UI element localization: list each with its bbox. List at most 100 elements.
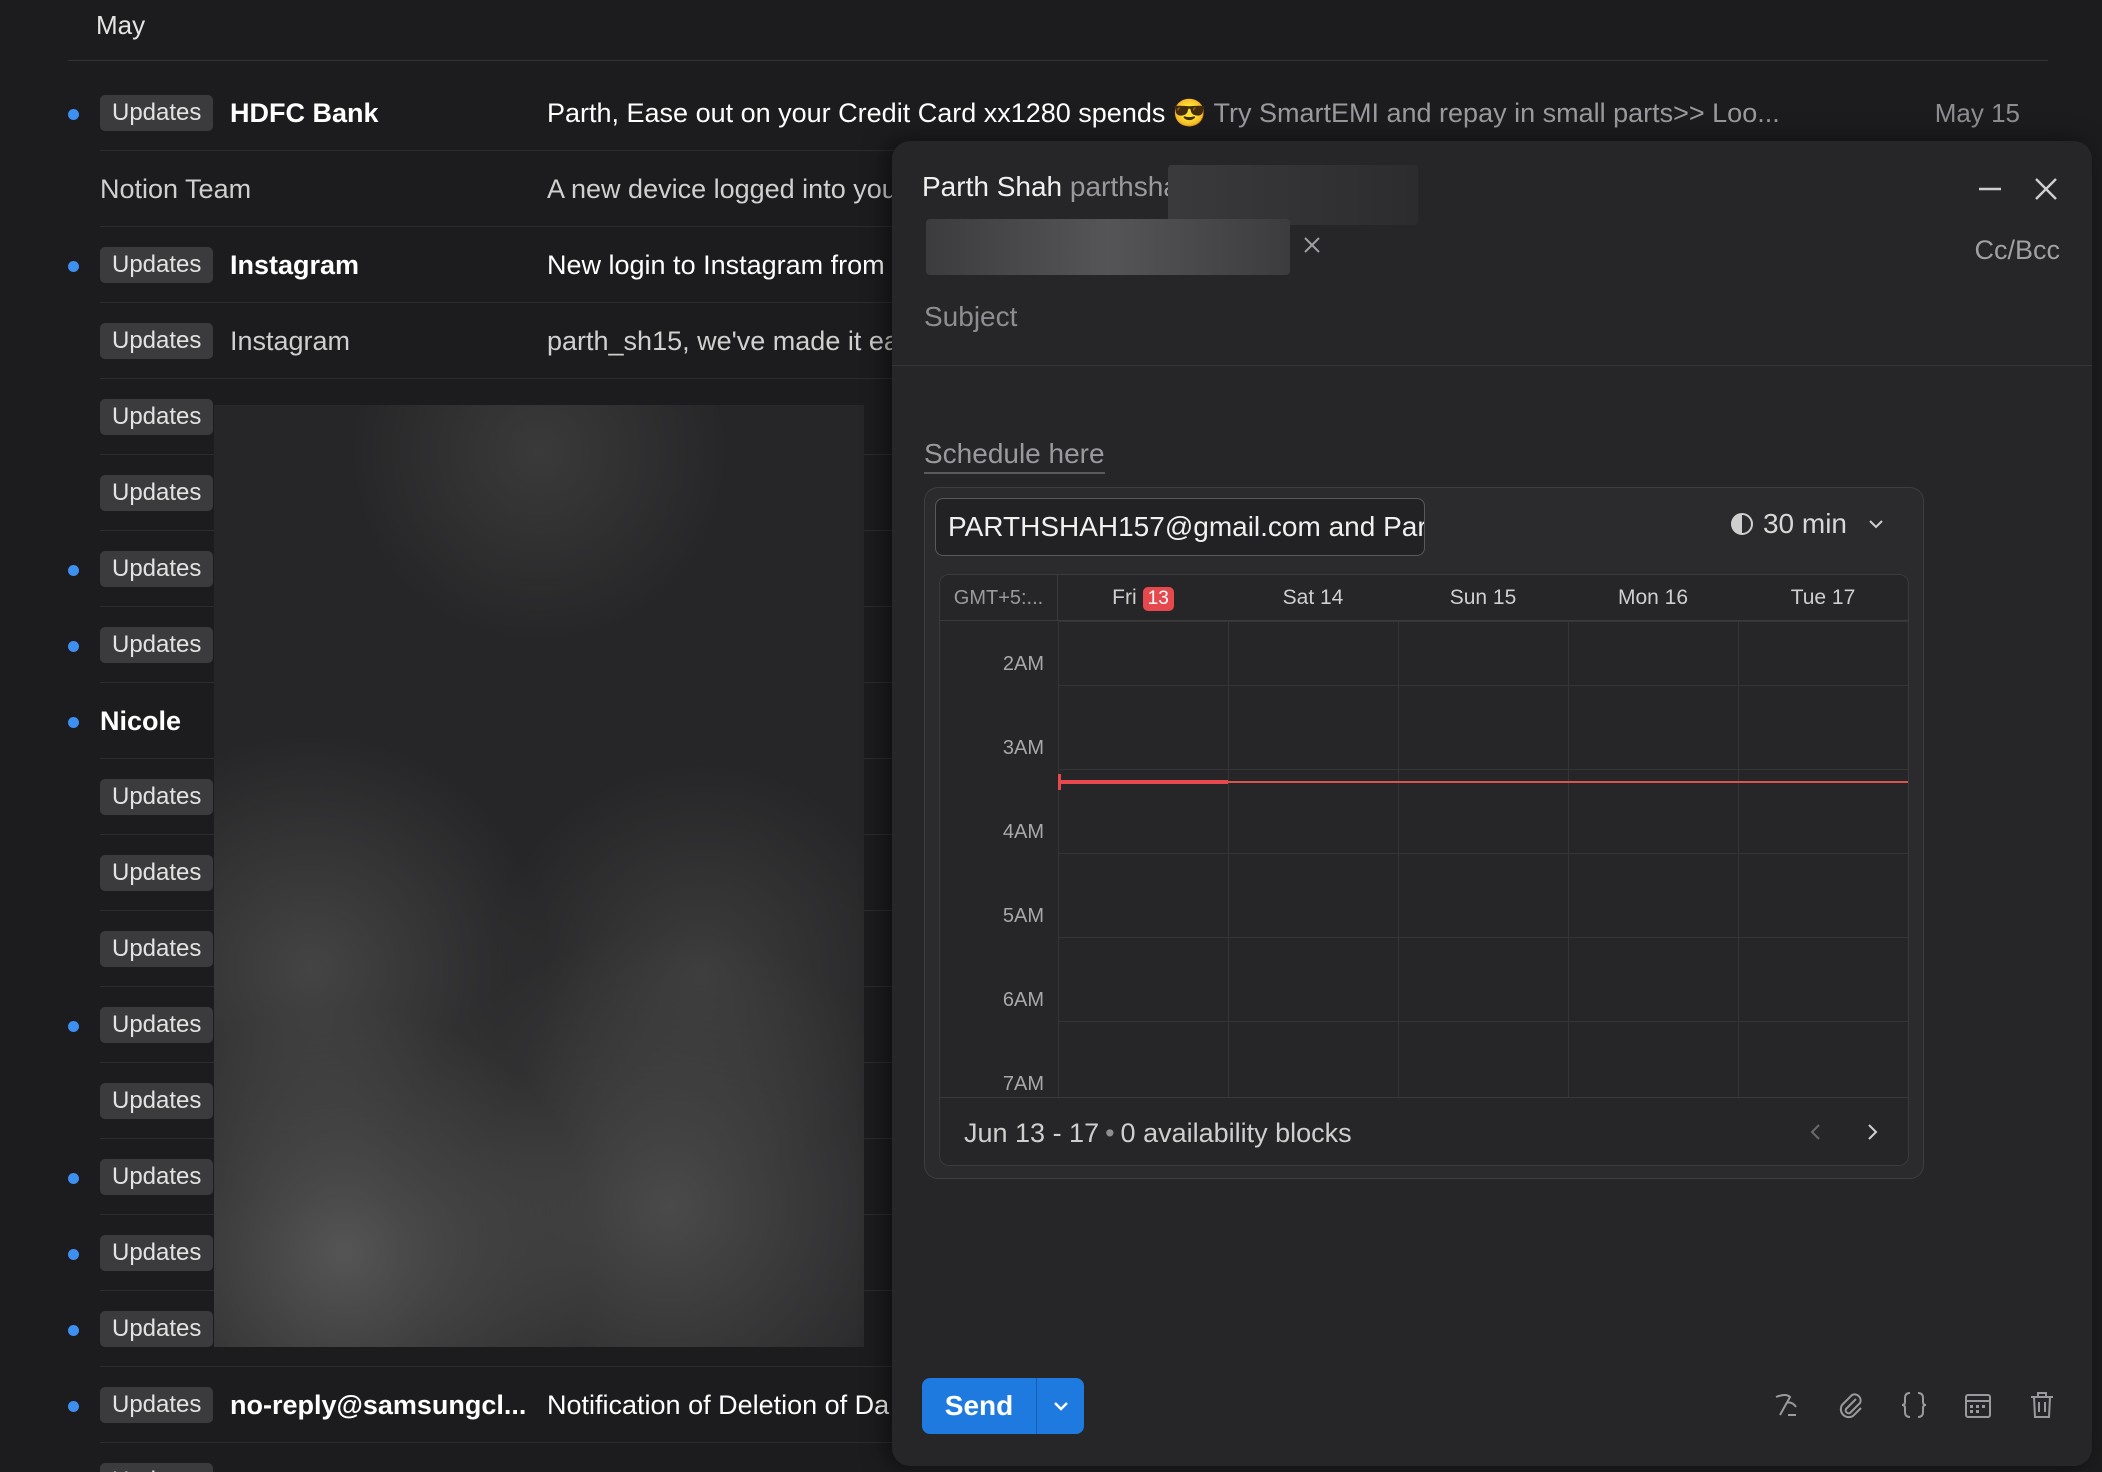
chevron-left-icon xyxy=(1810,1124,1820,1140)
label-badge: Updates xyxy=(100,323,214,359)
sender-name: Instagram xyxy=(230,326,351,356)
remove-recipient-button[interactable] xyxy=(1292,225,1332,265)
scheduler-card: PARTHSHAH157@gmail.com and Par 30 min GM… xyxy=(924,487,1924,1179)
current-time-marker xyxy=(1058,774,1061,790)
subject-text: Parth, Ease out on your Credit Card xx12… xyxy=(547,98,1207,128)
chevron-right-icon xyxy=(1868,1124,1878,1140)
sender-name: Nicole xyxy=(100,706,182,736)
calendar-header: GMT+5:... Fri 13 Sat 14 Sun 15 Mon 16 Tue… xyxy=(940,575,1908,621)
date-range: Jun 13 - 17 xyxy=(964,1118,1100,1148)
separator-dot: • xyxy=(1105,1118,1115,1148)
paperclip-icon xyxy=(1839,1393,1862,1419)
hour-label: 4AM xyxy=(1002,821,1044,843)
snippets-button[interactable] xyxy=(1894,1383,1934,1427)
snippet-text: Try SmartEMI and repay in small parts>> … xyxy=(1206,98,1780,128)
hour-line xyxy=(1058,685,1908,686)
label-badge: Updates xyxy=(100,627,214,663)
duration-dropdown[interactable]: 30 min xyxy=(1729,508,1887,540)
label-badge: Updates xyxy=(100,247,214,283)
timezone-label: GMT+5:... xyxy=(940,575,1058,621)
unread-dot xyxy=(68,1173,79,1184)
from-field: Parth Shah parthsha xyxy=(922,171,1179,203)
braces-icon xyxy=(1901,1392,1927,1418)
label-badge: Updates xyxy=(100,1235,214,1271)
list-item[interactable]: Updates HDFC Bank Parth, Ease out on your … xyxy=(68,75,2048,151)
next-week-button[interactable] xyxy=(1852,1112,1892,1152)
close-icon xyxy=(2035,178,2057,200)
trash-icon xyxy=(2031,1392,2053,1418)
column-divider xyxy=(1738,621,1739,1097)
redacted-region xyxy=(214,405,864,1347)
hour-line xyxy=(1058,621,1908,622)
cc-bcc-button[interactable]: Cc/Bcc xyxy=(1974,235,2060,266)
day-header-sun[interactable]: Sun 15 xyxy=(1398,575,1568,621)
send-options-button[interactable] xyxy=(1036,1378,1084,1434)
send-button[interactable]: Send xyxy=(922,1378,1036,1434)
send-group: Send xyxy=(922,1378,1084,1434)
calendar-body[interactable]: 2AM 3AM 4AM 5AM 6AM 7AM xyxy=(940,621,1908,1097)
hour-label: 7AM xyxy=(1002,1073,1044,1095)
format-button[interactable] xyxy=(1766,1383,1806,1427)
hour-label: 6AM xyxy=(1002,989,1044,1011)
label-badge: Updates xyxy=(100,399,214,435)
unread-dot xyxy=(68,717,79,728)
schedule-button[interactable] xyxy=(1958,1383,1998,1427)
day-header-fri[interactable]: Fri 13 xyxy=(1058,575,1228,621)
availability-count: 0 availability blocks xyxy=(1120,1118,1352,1148)
day-header-tue[interactable]: Tue 17 xyxy=(1738,575,1908,621)
divider xyxy=(892,365,2092,366)
calendar-grid: GMT+5:... Fri 13 Sat 14 Sun 15 Mon 16 Tue… xyxy=(939,574,1909,1166)
subject-line: Parth, Ease out on your Credit Card xx12… xyxy=(547,95,1947,131)
day-name: Fri xyxy=(1112,586,1137,609)
subject-text: A new device logged into you xyxy=(547,174,897,204)
label-badge: Updates xyxy=(100,1159,214,1195)
close-button[interactable] xyxy=(2024,167,2068,211)
calendar-icon xyxy=(1965,1394,1991,1418)
prev-week-button[interactable] xyxy=(1796,1112,1836,1152)
discard-button[interactable] xyxy=(2022,1383,2062,1427)
duration-icon xyxy=(1730,513,1753,535)
hour-label: 2AM xyxy=(1002,653,1044,675)
redacted-address xyxy=(1168,165,1418,225)
calendar-footer: Jun 13 - 17 • 0 availability blocks xyxy=(940,1097,1908,1165)
day-header-sat[interactable]: Sat 14 xyxy=(1228,575,1398,621)
month-label: May xyxy=(96,10,146,40)
hour-line xyxy=(1058,769,1908,770)
hour-line xyxy=(1058,937,1908,938)
label-badge: Updates xyxy=(100,1083,214,1119)
label-badge: Updates xyxy=(100,551,214,587)
unread-dot xyxy=(68,109,79,120)
subject-text: Notification of Deletion of Da xyxy=(547,1390,890,1420)
sender-name: no-reply@samsungcl... xyxy=(230,1390,527,1420)
day-header-mon[interactable]: Mon 16 xyxy=(1568,575,1738,621)
month-header: May xyxy=(68,0,2048,61)
unread-dot xyxy=(68,1249,79,1260)
unread-dot xyxy=(68,1325,79,1336)
from-address: parthsha xyxy=(1069,171,1179,202)
minimize-button[interactable] xyxy=(1968,167,2012,211)
compose-window: Parth Shah parthsha Cc/Bcc Subject Sched… xyxy=(892,141,2092,1466)
unread-dot xyxy=(68,261,79,272)
attach-button[interactable] xyxy=(1830,1383,1870,1427)
chevron-down-icon xyxy=(1053,1402,1068,1411)
range-summary: Jun 13 - 17 • 0 availability blocks xyxy=(964,1118,1352,1149)
hour-line xyxy=(1058,853,1908,854)
hour-line xyxy=(1058,1021,1908,1022)
chevron-down-icon xyxy=(1869,520,1883,529)
signature-icon xyxy=(1775,1394,1797,1416)
subject-input[interactable]: Subject xyxy=(924,301,1017,333)
label-badge: Updates xyxy=(100,931,214,967)
unread-dot xyxy=(68,565,79,576)
column-divider xyxy=(1058,621,1059,1097)
subject-text: New login to Instagram from xyxy=(547,250,885,280)
sender-name: Notion Team xyxy=(100,174,252,204)
label-badge: Updates xyxy=(100,1463,214,1472)
label-badge: Updates xyxy=(100,1387,214,1423)
label-badge: Updates xyxy=(100,1007,214,1043)
recipient-chip[interactable] xyxy=(926,219,1290,275)
current-time-today xyxy=(1060,780,1228,784)
attendees-field[interactable]: PARTHSHAH157@gmail.com and Par xyxy=(935,498,1425,556)
schedule-link[interactable]: Schedule here xyxy=(924,438,1105,474)
unread-dot xyxy=(68,1401,79,1412)
sender-name: Instagram xyxy=(230,250,360,280)
